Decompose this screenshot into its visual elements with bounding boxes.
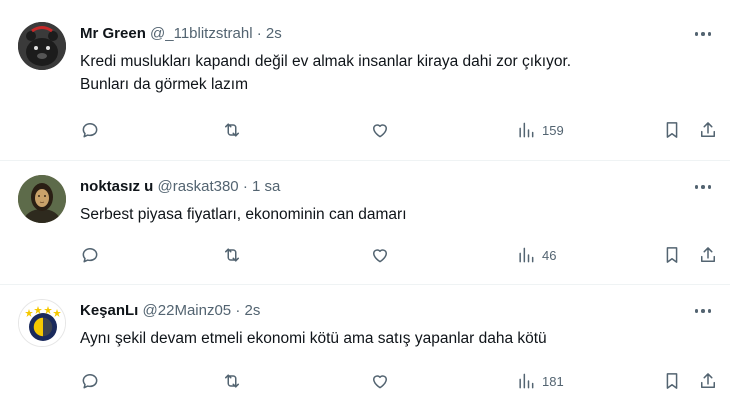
bookmark-button[interactable] [662,243,682,267]
avatar-image-portrait [18,175,66,223]
bookmark-icon [666,247,678,263]
views-icon [519,247,534,263]
tweet-3[interactable]: KeşanLı @22Mainz05 · 2s Aynı şekil devam… [0,285,730,420]
heart-icon [373,249,387,263]
tweet-actions: 181 [80,369,720,393]
tweet-actions: 159 [80,118,720,142]
reply-button[interactable] [80,118,100,142]
views-button[interactable]: 46 [516,243,556,267]
more-options-icon[interactable] [688,301,718,321]
tweet-text: Kredi muslukları kapandı değil ev almak … [80,50,700,96]
retweet-icon [225,374,239,388]
display-name[interactable]: KeşanLı [80,302,138,319]
bookmark-button[interactable] [662,369,682,393]
share-icon [701,122,715,137]
avatar[interactable] [18,22,66,70]
separator-dot: · [256,25,262,42]
tweet-1[interactable]: Mr Green @_11blitzstrahl · 2s Kredi musl… [0,0,730,160]
heart-icon [373,375,387,389]
avatar[interactable] [18,299,66,347]
retweet-button[interactable] [222,118,242,142]
retweet-icon [225,248,239,262]
views-count: 181 [542,373,564,389]
like-button[interactable] [370,118,390,142]
retweet-icon [225,123,239,137]
bookmark-button[interactable] [662,118,682,142]
avatar-image-bear [18,22,66,70]
reply-button[interactable] [80,369,100,393]
bookmark-icon [666,122,678,138]
more-options-icon[interactable] [688,24,718,44]
reply-icon [82,123,98,138]
like-button[interactable] [370,243,390,267]
timestamp[interactable]: 1 sa [252,178,280,195]
tweet-text-line: Serbest piyasa fiyatları, ekonominin can… [80,206,407,223]
timestamp[interactable]: 2s [244,302,260,319]
views-button[interactable]: 159 [516,118,564,142]
views-icon [519,122,534,138]
reply-icon [82,248,98,263]
views-count: 46 [542,247,557,263]
tweet-2[interactable]: noktasız u @raskat380 · 1 sa Serbest piy… [0,161,730,284]
avatar-image-club-crest [19,300,65,346]
tweet-text-line: Bunları da görmek lazım [80,76,248,93]
retweet-button[interactable] [222,243,242,267]
share-button[interactable] [698,243,718,267]
tweet-header: noktasız u @raskat380 · 1 sa [80,177,280,197]
more-options-icon[interactable] [688,177,718,197]
retweet-button[interactable] [222,369,242,393]
tweet-text: Serbest piyasa fiyatları, ekonominin can… [80,203,700,226]
views-button[interactable]: 181 [516,369,564,393]
bookmark-icon [666,373,678,389]
avatar[interactable] [18,175,66,223]
heart-icon [373,124,387,138]
separator-dot: · [242,178,248,195]
share-button[interactable] [698,369,718,393]
tweet-text: Aynı şekil devam etmeli ekonomi kötü ama… [80,327,700,350]
tweet-text-line: Aynı şekil devam etmeli ekonomi kötü ama… [80,330,547,347]
share-icon [701,373,715,388]
share-button[interactable] [698,118,718,142]
tweet-text-line: Kredi muslukları kapandı değil ev almak … [80,53,572,70]
views-count: 159 [542,122,564,138]
share-icon [701,247,715,262]
user-handle[interactable]: @raskat380 [158,178,239,195]
views-icon [519,373,534,389]
reply-button[interactable] [80,243,100,267]
tweet-actions: 46 [80,243,720,267]
separator-dot: · [235,302,241,319]
display-name[interactable]: Mr Green [80,25,146,42]
display-name[interactable]: noktasız u [80,178,153,195]
like-button[interactable] [370,369,390,393]
tweet-header: KeşanLı @22Mainz05 · 2s [80,301,260,321]
tweet-header: Mr Green @_11blitzstrahl · 2s [80,24,282,44]
user-handle[interactable]: @22Mainz05 [143,302,232,319]
timestamp[interactable]: 2s [266,25,282,42]
user-handle[interactable]: @_11blitzstrahl [150,25,253,42]
reply-icon [82,374,98,389]
